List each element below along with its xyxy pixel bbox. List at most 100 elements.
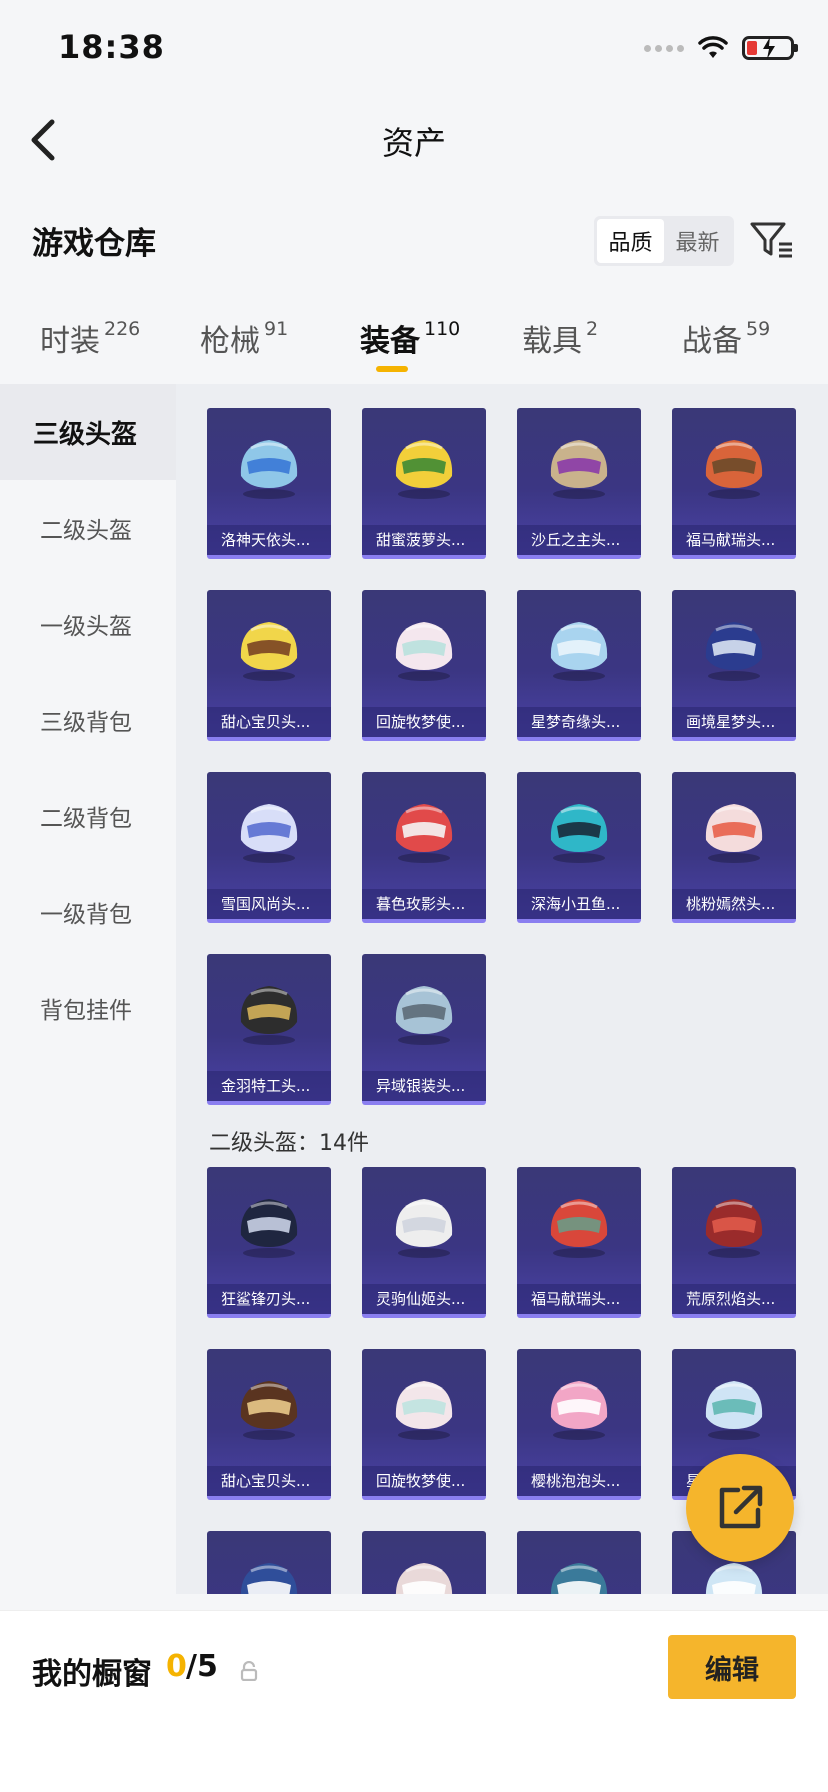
item-card[interactable]: 樱桃泡泡头... bbox=[517, 1349, 641, 1500]
dream-helmet-icon bbox=[550, 622, 608, 681]
item-card[interactable]: 福马献瑞头... bbox=[672, 408, 796, 559]
sidebar-item-backpack-charm[interactable]: 背包挂件 bbox=[0, 960, 176, 1056]
share-icon bbox=[719, 1485, 763, 1529]
item-name: 福马献瑞头... bbox=[517, 1284, 641, 1314]
shark-helmet-icon bbox=[240, 1199, 298, 1258]
helmet-icon bbox=[395, 1563, 453, 1594]
item-card[interactable]: 福马献瑞头... bbox=[517, 1167, 641, 1318]
item-card[interactable]: 异域银装头... bbox=[362, 954, 486, 1105]
item-name: 异域银装头... bbox=[362, 1071, 486, 1101]
edit-button[interactable]: 编辑 bbox=[668, 1635, 796, 1699]
item-card[interactable]: 画境星梦头... bbox=[672, 590, 796, 741]
tab-battle-gear[interactable]: 战备 59 bbox=[682, 316, 770, 360]
sidebar-item-level3-helmet[interactable]: 三级头盔 bbox=[0, 384, 176, 480]
filter-icon[interactable] bbox=[746, 214, 796, 264]
sheep-helmet-icon bbox=[395, 622, 453, 681]
item-name: 暮色玫影头... bbox=[362, 889, 486, 919]
sidebar-item-level1-backpack[interactable]: 一级背包 bbox=[0, 864, 176, 960]
category-tabs: 时装 226 枪械 91 装备 110 载具 2 战备 59 bbox=[0, 316, 828, 386]
item-card[interactable]: 沙丘之主头... bbox=[517, 408, 641, 559]
tab-equipment[interactable]: 装备 110 bbox=[360, 316, 460, 360]
sort-quality-option[interactable]: 品质 bbox=[597, 219, 664, 263]
share-button[interactable] bbox=[686, 1454, 794, 1562]
warehouse-title: 游戏仓库 bbox=[32, 226, 156, 262]
item-card[interactable]: 雪国风尚头... bbox=[207, 772, 331, 923]
item-card[interactable] bbox=[362, 1531, 486, 1594]
sort-newest-option[interactable]: 最新 bbox=[664, 219, 731, 263]
flame-helmet-icon bbox=[705, 1199, 763, 1258]
tab-weapons[interactable]: 枪械 91 bbox=[200, 316, 288, 360]
item-card[interactable]: 回旋牧梦使... bbox=[362, 590, 486, 741]
item-name: 桃粉嫣然头... bbox=[672, 889, 796, 919]
item-name: 狂鲨锋刃头... bbox=[207, 1284, 331, 1314]
status-time: 18:38 bbox=[58, 28, 165, 66]
tab-count: 59 bbox=[746, 318, 771, 340]
tab-count: 91 bbox=[264, 318, 289, 340]
item-grid: 二级头盔：14件 洛神天依头... 甜蜜菠萝头... 沙丘之主头... 福马献瑞头..… bbox=[176, 384, 828, 1594]
item-card[interactable]: 金羽特工头... bbox=[207, 954, 331, 1105]
section-header-level2-helmet: 二级头盔：14件 bbox=[209, 1131, 369, 1156]
tab-fashion[interactable]: 时装 226 bbox=[40, 316, 140, 360]
item-name: 樱桃泡泡头... bbox=[517, 1466, 641, 1496]
item-card[interactable]: 回旋牧梦使... bbox=[362, 1349, 486, 1500]
status-icons bbox=[644, 36, 798, 60]
horse-helmet-icon bbox=[550, 1199, 608, 1258]
painting-helmet-icon bbox=[705, 622, 763, 681]
item-card[interactable]: 甜蜜菠萝头... bbox=[362, 408, 486, 559]
wifi-icon bbox=[698, 36, 728, 58]
snow-helmet-icon bbox=[240, 804, 298, 863]
item-card[interactable]: 荒原烈焰头... bbox=[672, 1167, 796, 1318]
item-name: 画境星梦头... bbox=[672, 707, 796, 737]
dune-helmet-icon bbox=[550, 440, 608, 499]
item-name: 金羽特工头... bbox=[207, 1071, 331, 1101]
showcase-count: 0 bbox=[166, 1649, 187, 1684]
item-name: 沙丘之主头... bbox=[517, 525, 641, 555]
item-card[interactable]: 狂鲨锋刃头... bbox=[207, 1167, 331, 1318]
star-helmet-icon bbox=[705, 1381, 763, 1440]
tab-label: 时装 bbox=[40, 324, 100, 359]
item-card[interactable]: 洛神天依头... bbox=[207, 408, 331, 559]
item-card[interactable]: 深海小丑鱼... bbox=[517, 772, 641, 923]
tab-vehicles[interactable]: 载具 2 bbox=[522, 316, 598, 360]
item-name: 星梦奇缘头... bbox=[517, 707, 641, 737]
item-card[interactable] bbox=[517, 1531, 641, 1594]
category-sidebar: 三级头盔 二级头盔 一级头盔 三级背包 二级背包 一级背包 背包挂件 bbox=[0, 384, 176, 1592]
page-title: 资产 bbox=[381, 124, 446, 162]
item-card[interactable]: 甜心宝贝头... bbox=[207, 590, 331, 741]
sweetheart-helmet-icon bbox=[240, 622, 298, 681]
silver-helmet-icon bbox=[395, 986, 453, 1045]
showcase-label: 我的橱窗 bbox=[32, 1657, 152, 1692]
clownfish-helmet-icon bbox=[550, 804, 608, 863]
item-name: 深海小丑鱼... bbox=[517, 889, 641, 919]
item-card[interactable]: 灵驹仙姬头... bbox=[362, 1167, 486, 1318]
item-name: 甜心宝贝头... bbox=[207, 1466, 331, 1496]
item-name: 灵驹仙姬头... bbox=[362, 1284, 486, 1314]
sidebar-item-level2-backpack[interactable]: 二级背包 bbox=[0, 768, 176, 864]
showcase-total: /5 bbox=[186, 1649, 218, 1684]
item-name: 洛神天依头... bbox=[207, 525, 331, 555]
horse-helmet-icon bbox=[705, 440, 763, 499]
tab-count: 2 bbox=[586, 318, 599, 340]
tab-label: 枪械 bbox=[200, 324, 260, 359]
sidebar-item-level1-helmet[interactable]: 一级头盔 bbox=[0, 576, 176, 672]
item-card[interactable]: 甜心宝贝头... bbox=[207, 1349, 331, 1500]
item-card[interactable]: 暮色玫影头... bbox=[362, 772, 486, 923]
sidebar-item-level2-helmet[interactable]: 二级头盔 bbox=[0, 480, 176, 576]
rose-helmet-icon bbox=[395, 804, 453, 863]
item-card[interactable] bbox=[207, 1531, 331, 1594]
item-card[interactable]: 桃粉嫣然头... bbox=[672, 772, 796, 923]
item-card[interactable]: 星梦奇缘头... bbox=[517, 590, 641, 741]
helmet-icon bbox=[550, 1563, 608, 1594]
sidebar-item-level3-backpack[interactable]: 三级背包 bbox=[0, 672, 176, 768]
luoshen-helmet-icon bbox=[240, 440, 298, 499]
peach-helmet-icon bbox=[705, 804, 763, 863]
tab-count: 226 bbox=[104, 318, 141, 340]
sheep-helmet-icon bbox=[395, 1381, 453, 1440]
item-name: 回旋牧梦使... bbox=[362, 707, 486, 737]
sort-toggle: 品质 最新 bbox=[594, 216, 734, 266]
pony-helmet-icon bbox=[395, 1199, 453, 1258]
golden-agent-helmet-icon bbox=[240, 986, 298, 1045]
active-tab-indicator bbox=[376, 366, 408, 372]
tab-label: 装备 bbox=[360, 324, 420, 359]
pineapple-helmet-icon bbox=[395, 440, 453, 499]
